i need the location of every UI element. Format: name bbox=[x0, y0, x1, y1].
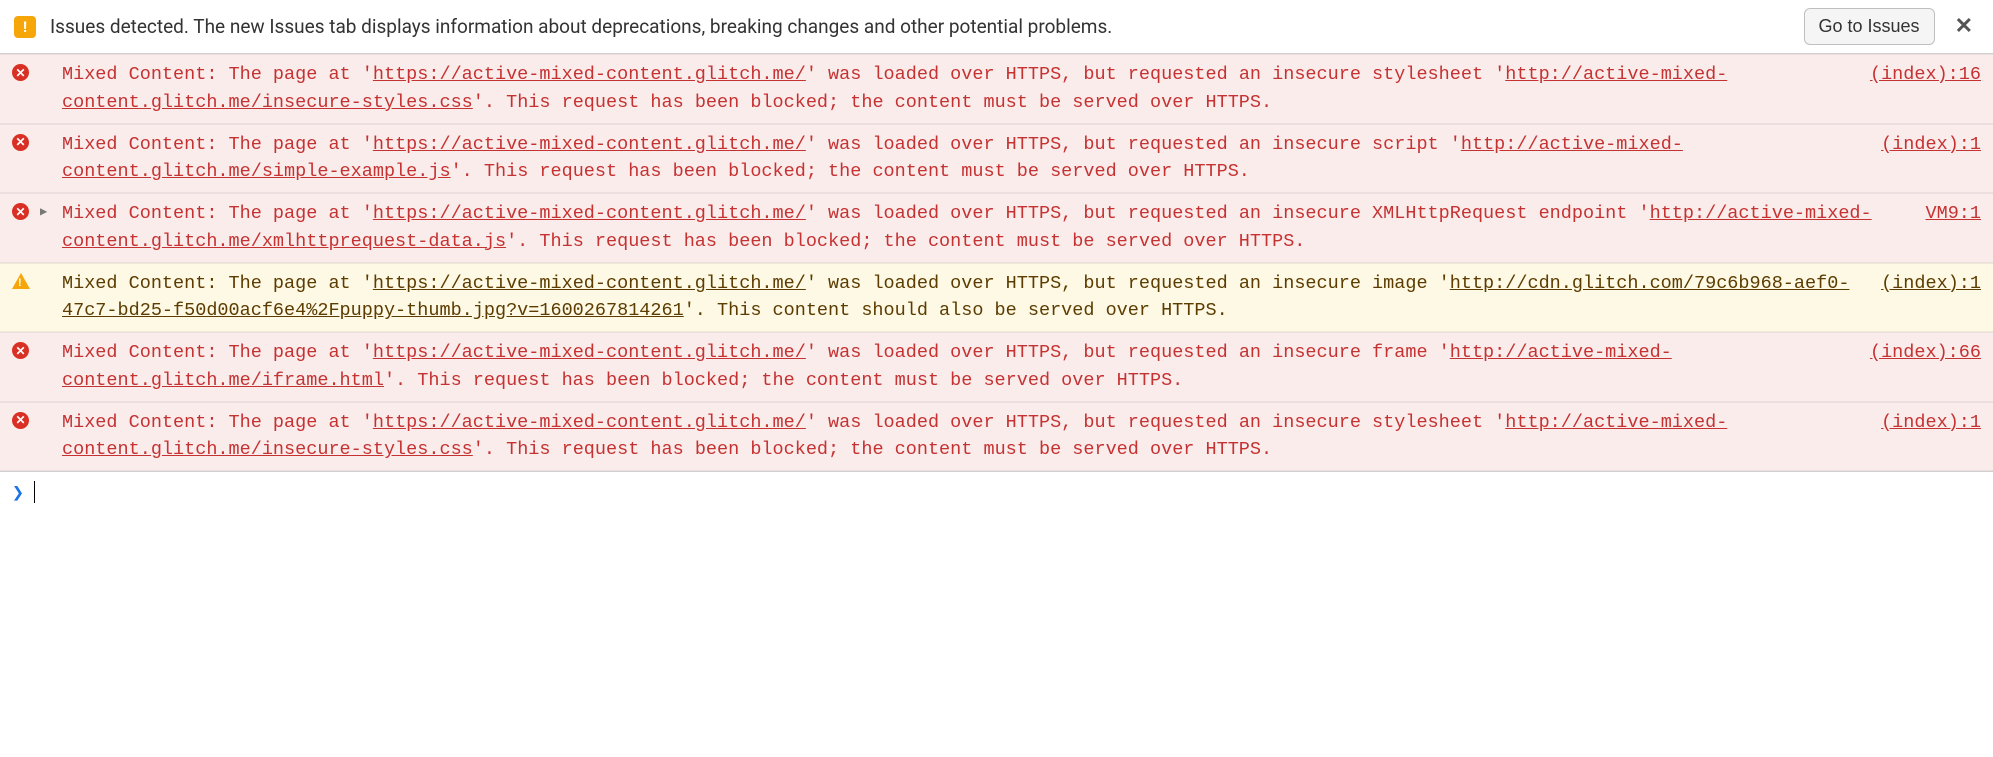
expand-toggle-icon bbox=[40, 270, 54, 273]
warning-icon bbox=[12, 270, 32, 289]
console-log-row[interactable]: ✕ Mixed Content: The page at 'https://act… bbox=[0, 402, 1993, 472]
log-text-mid: ' was loaded over HTTPS, but requested a… bbox=[806, 342, 1450, 363]
page-url-link[interactable]: https://active-mixed-content.glitch.me/ bbox=[373, 203, 806, 224]
console-input[interactable] bbox=[45, 482, 1981, 503]
log-text-mid: ' was loaded over HTTPS, but requested a… bbox=[806, 412, 1505, 433]
log-text-suffix: '. This request has been blocked; the co… bbox=[384, 370, 1183, 391]
log-message: Mixed Content: The page at 'https://acti… bbox=[62, 61, 1842, 117]
source-link[interactable]: (index):66 bbox=[1850, 339, 1981, 367]
log-text-prefix: Mixed Content: The page at ' bbox=[62, 134, 373, 155]
log-text-suffix: '. This request has been blocked; the co… bbox=[451, 161, 1250, 182]
log-text-mid: ' was loaded over HTTPS, but requested a… bbox=[806, 134, 1461, 155]
page-url-link[interactable]: https://active-mixed-content.glitch.me/ bbox=[373, 342, 806, 363]
prompt-caret-icon: ❯ bbox=[12, 480, 24, 504]
page-url-link[interactable]: https://active-mixed-content.glitch.me/ bbox=[373, 134, 806, 155]
log-text-prefix: Mixed Content: The page at ' bbox=[62, 412, 373, 433]
source-link[interactable]: VM9:1 bbox=[1905, 200, 1981, 228]
source-link[interactable]: (index):1 bbox=[1861, 131, 1981, 159]
log-message: Mixed Content: The page at 'https://acti… bbox=[62, 409, 1853, 465]
console-log-row[interactable]: Mixed Content: The page at 'https://acti… bbox=[0, 263, 1993, 333]
log-text-suffix: '. This request has been blocked; the co… bbox=[473, 439, 1272, 460]
page-url-link[interactable]: https://active-mixed-content.glitch.me/ bbox=[373, 412, 806, 433]
source-link[interactable]: (index):1 bbox=[1861, 270, 1981, 298]
source-link[interactable]: (index):1 bbox=[1861, 409, 1981, 437]
console-log-list: ✕Mixed Content: The page at 'https://act… bbox=[0, 54, 1993, 472]
error-icon: ✕ bbox=[12, 131, 32, 151]
log-text-prefix: Mixed Content: The page at ' bbox=[62, 64, 373, 85]
log-text-mid: ' was loaded over HTTPS, but requested a… bbox=[806, 273, 1450, 294]
log-text-suffix: '. This content should also be served ov… bbox=[684, 300, 1228, 321]
issues-badge-icon: ! bbox=[14, 16, 36, 38]
expand-toggle-icon bbox=[40, 131, 54, 134]
console-log-row[interactable]: ✕ Mixed Content: The page at 'https://act… bbox=[0, 54, 1993, 124]
log-message: Mixed Content: The page at 'https://acti… bbox=[62, 200, 1897, 256]
console-log-row[interactable]: ✕ Mixed Content: The page at 'https://act… bbox=[0, 124, 1993, 194]
page-url-link[interactable]: https://active-mixed-content.glitch.me/ bbox=[373, 273, 806, 294]
console-log-row[interactable]: ✕ Mixed Content: The page at 'https://act… bbox=[0, 332, 1993, 402]
source-link[interactable]: (index):16 bbox=[1850, 61, 1981, 89]
console-prompt-row[interactable]: ❯ bbox=[0, 472, 1993, 512]
text-cursor bbox=[34, 481, 35, 503]
close-issues-bar-icon[interactable]: ✕ bbox=[1949, 14, 1979, 39]
issues-info-bar: ! Issues detected. The new Issues tab di… bbox=[0, 0, 1993, 54]
expand-toggle-icon bbox=[40, 61, 54, 64]
page-url-link[interactable]: https://active-mixed-content.glitch.me/ bbox=[373, 64, 806, 85]
log-text-mid: ' was loaded over HTTPS, but requested a… bbox=[806, 64, 1505, 85]
log-text-prefix: Mixed Content: The page at ' bbox=[62, 203, 373, 224]
expand-toggle-icon[interactable]: ▶ bbox=[40, 200, 54, 221]
log-message: Mixed Content: The page at 'https://acti… bbox=[62, 131, 1853, 187]
expand-toggle-icon bbox=[40, 339, 54, 342]
log-text-prefix: Mixed Content: The page at ' bbox=[62, 342, 373, 363]
log-text-suffix: '. This request has been blocked; the co… bbox=[473, 92, 1272, 113]
log-message: Mixed Content: The page at 'https://acti… bbox=[62, 270, 1853, 326]
log-message: Mixed Content: The page at 'https://acti… bbox=[62, 339, 1842, 395]
error-icon: ✕ bbox=[12, 409, 32, 429]
expand-toggle-icon bbox=[40, 409, 54, 412]
error-icon: ✕ bbox=[12, 339, 32, 359]
go-to-issues-button[interactable]: Go to Issues bbox=[1804, 8, 1935, 45]
error-icon: ✕ bbox=[12, 61, 32, 81]
log-text-suffix: '. This request has been blocked; the co… bbox=[506, 231, 1305, 252]
error-icon: ✕ bbox=[12, 200, 32, 220]
log-text-mid: ' was loaded over HTTPS, but requested a… bbox=[806, 203, 1650, 224]
issues-bar-text: Issues detected. The new Issues tab disp… bbox=[50, 15, 1790, 38]
log-text-prefix: Mixed Content: The page at ' bbox=[62, 273, 373, 294]
console-log-row[interactable]: ✕ ▶ Mixed Content: The page at 'https://ac… bbox=[0, 193, 1993, 263]
